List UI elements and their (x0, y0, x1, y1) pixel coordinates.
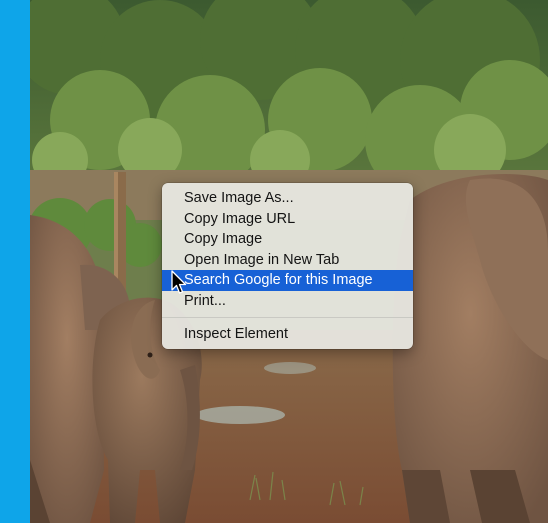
menu-item-open-image-in-new-tab[interactable]: Open Image in New Tab (162, 250, 413, 271)
menu-item-inspect-element[interactable]: Inspect Element (162, 324, 413, 345)
menu-item-save-image-as[interactable]: Save Image As... (162, 188, 413, 209)
screen: Save Image As... Copy Image URL Copy Ima… (0, 0, 548, 523)
context-menu: Save Image As... Copy Image URL Copy Ima… (162, 183, 413, 349)
menu-item-search-google-for-this-image[interactable]: Search Google for this Image (162, 270, 413, 291)
menu-item-copy-image-url[interactable]: Copy Image URL (162, 209, 413, 230)
menu-item-copy-image[interactable]: Copy Image (162, 229, 413, 250)
mouse-pointer-icon (171, 270, 187, 294)
menu-item-print[interactable]: Print... (162, 291, 413, 312)
menu-separator (162, 317, 413, 318)
accent-strip (0, 0, 30, 523)
